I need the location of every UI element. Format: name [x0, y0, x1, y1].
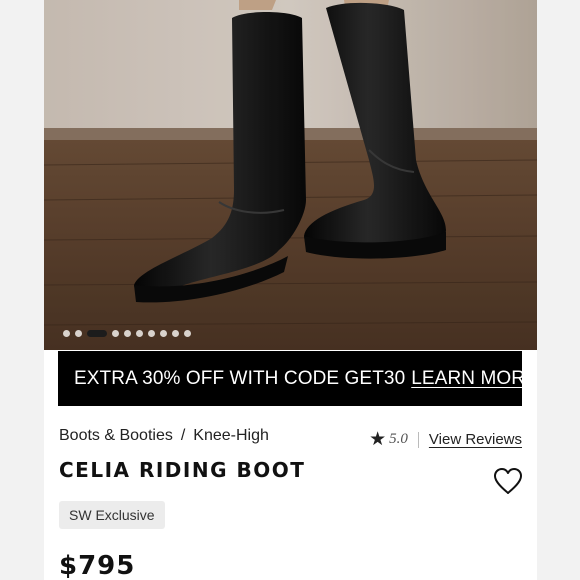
- carousel-dot[interactable]: [75, 330, 82, 337]
- carousel-dot[interactable]: [87, 330, 107, 337]
- exclusive-badge: SW Exclusive: [59, 501, 165, 529]
- breadcrumb-subcategory[interactable]: Knee-High: [193, 427, 269, 445]
- rating-score: 5.0: [389, 431, 408, 447]
- learn-more-link[interactable]: LEARN MORE: [411, 368, 537, 390]
- breadcrumb-separator: /: [180, 427, 186, 444]
- boots-photo: [44, 0, 537, 350]
- carousel-dot[interactable]: [184, 330, 191, 337]
- product-image[interactable]: [44, 0, 537, 350]
- rating-summary: ★ 5.0 View Reviews: [369, 428, 522, 451]
- carousel-dot[interactable]: [112, 330, 119, 337]
- wishlist-button[interactable]: [493, 467, 523, 495]
- carousel-dot[interactable]: [160, 330, 167, 337]
- view-reviews-link[interactable]: View Reviews: [429, 431, 522, 448]
- heart-icon: [494, 468, 522, 494]
- carousel-dot[interactable]: [136, 330, 143, 337]
- promo-text: EXTRA 30% OFF WITH CODE GET30: [74, 367, 406, 389]
- carousel-dot[interactable]: [63, 330, 70, 337]
- carousel-dot[interactable]: [148, 330, 155, 337]
- promo-banner: EXTRA 30% OFF WITH CODE GET30 LEARN MORE: [58, 351, 537, 406]
- breadcrumb: Boots & Booties / Knee-High: [59, 427, 269, 445]
- carousel-dots: [63, 330, 191, 337]
- breadcrumb-category[interactable]: Boots & Booties: [59, 427, 173, 445]
- carousel-dot[interactable]: [124, 330, 131, 337]
- carousel-dot[interactable]: [172, 330, 179, 337]
- product-title: CELIA RIDING BOOT: [59, 458, 306, 482]
- product-price: $795: [59, 551, 136, 580]
- star-icon: ★: [369, 429, 387, 450]
- rating-divider: [417, 431, 419, 448]
- product-page: EXTRA 30% OFF WITH CODE GET30 LEARN MORE…: [44, 0, 537, 580]
